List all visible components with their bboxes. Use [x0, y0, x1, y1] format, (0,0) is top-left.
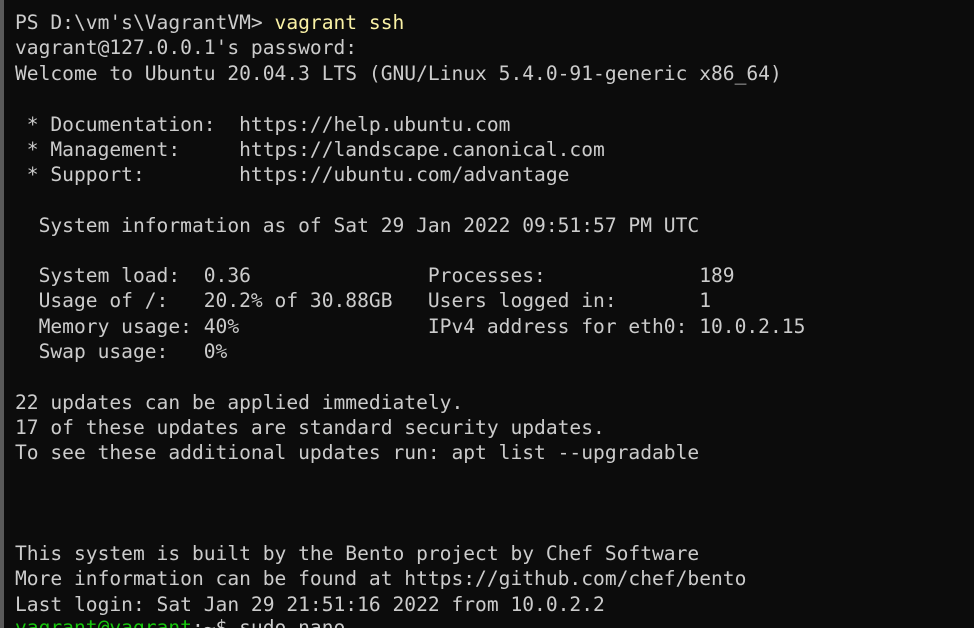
terminal-window[interactable]: PS D:\vm's\VagrantVM> vagrant ssh vagran… — [0, 0, 974, 628]
system-info-header: System information as of Sat 29 Jan 2022… — [15, 214, 700, 237]
typed-command: vagrant ssh — [274, 11, 405, 34]
management-link-line: * Management: https://landscape.canonica… — [15, 138, 605, 161]
footer-line: This system is built by the Bento projec… — [15, 542, 700, 565]
shell-prompt-line[interactable]: vagrant@vagrant:~$ sudo nano — [15, 616, 345, 628]
powershell-prompt: PS D:\vm's\VagrantVM> — [15, 11, 275, 34]
last-login-line: Last login: Sat Jan 29 21:51:16 2022 fro… — [15, 593, 605, 616]
stats-line: Usage of /: 20.2% of 30.88GB Users logge… — [15, 289, 711, 312]
password-prompt: vagrant@127.0.0.1's password: — [15, 36, 358, 59]
footer-line: More information can be found at https:/… — [15, 567, 747, 590]
support-link-line: * Support: https://ubuntu.com/advantage — [15, 163, 570, 186]
shell-prompt-command: :~$ sudo nano — [191, 616, 346, 628]
welcome-message: Welcome to Ubuntu 20.04.3 LTS (GNU/Linux… — [15, 62, 782, 85]
documentation-link-line: * Documentation: https://help.ubuntu.com — [15, 113, 511, 136]
stats-line: System load: 0.36 Processes: 189 — [15, 264, 735, 287]
powershell-prompt-line: PS D:\vm's\VagrantVM> vagrant ssh — [15, 11, 404, 35]
stats-line: Swap usage: 0% — [15, 340, 228, 363]
updates-line: 17 of these updates are standard securit… — [15, 416, 605, 439]
updates-line: 22 updates can be applied immediately. — [15, 391, 464, 414]
stats-line: Memory usage: 40% IPv4 address for eth0:… — [15, 315, 806, 338]
shell-prompt-user: vagrant@vagrant — [15, 616, 192, 628]
updates-line: To see these additional updates run: apt… — [15, 441, 700, 464]
